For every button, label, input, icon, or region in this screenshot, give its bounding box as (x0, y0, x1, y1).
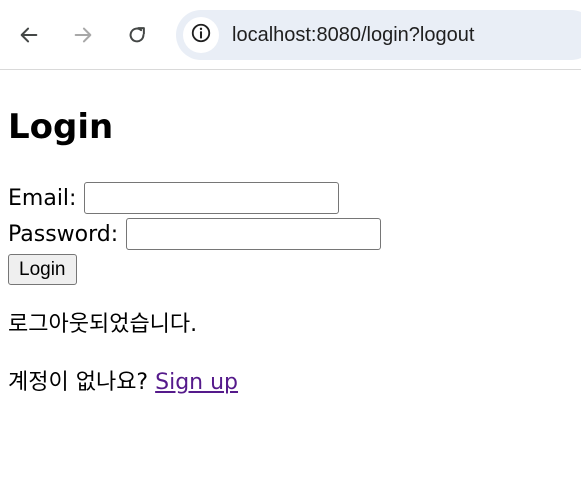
reload-icon (126, 24, 148, 46)
signup-link[interactable]: Sign up (155, 370, 238, 395)
reload-button[interactable] (119, 17, 155, 53)
password-field[interactable] (126, 218, 382, 250)
page-title: Login (8, 107, 114, 147)
back-button[interactable] (11, 17, 47, 53)
logout-message: 로그아웃되었습니다. (8, 312, 198, 337)
browser-toolbar: localhost:8080/login?logout (0, 0, 581, 70)
forward-button[interactable] (65, 17, 101, 53)
password-label: Password: (8, 221, 119, 247)
arrow-left-icon (18, 24, 40, 46)
email-label: Email: (8, 185, 77, 211)
address-bar[interactable]: localhost:8080/login?logout (176, 10, 581, 60)
login-button[interactable]: Login (8, 254, 77, 285)
url-text[interactable]: localhost:8080/login?logout (232, 22, 474, 48)
arrow-right-icon (72, 24, 94, 46)
email-row: Email: (8, 182, 340, 214)
signup-prompt: 계정이 없나요? (8, 370, 149, 395)
site-info-button[interactable] (183, 17, 219, 53)
info-icon (190, 22, 212, 48)
password-row: Password: (8, 218, 382, 250)
signup-prompt-line: 계정이 없나요? Sign up (8, 368, 238, 398)
email-field[interactable] (84, 182, 340, 214)
